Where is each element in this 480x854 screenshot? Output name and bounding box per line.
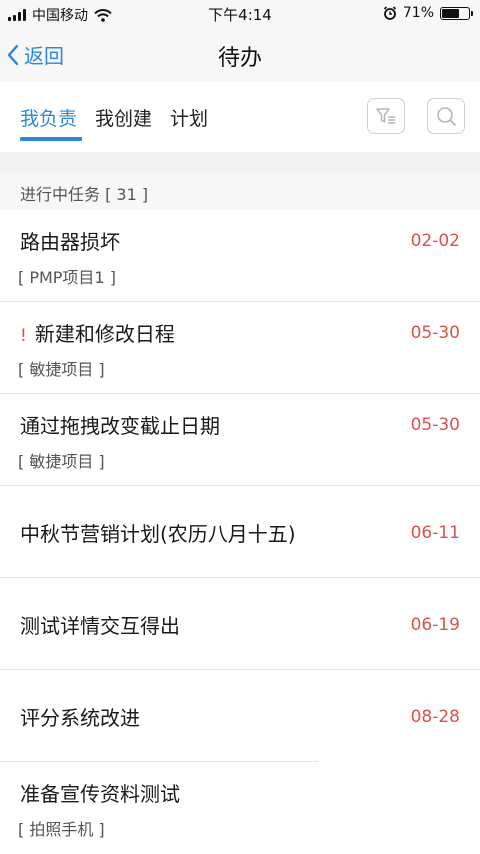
filter-button[interactable] [367, 98, 405, 134]
back-label: 返回 [24, 44, 64, 68]
task-title: 新建和修改日程 [34, 322, 175, 346]
status-right: 71% [383, 5, 473, 21]
task-project: [ PMP项目1 ] [18, 268, 116, 287]
tab-my-responsible[interactable]: 我负责 [20, 104, 77, 131]
task-item[interactable]: 准备宣传资料测试 [ 拍照手机 ] [0, 762, 480, 854]
alarm-icon [383, 6, 397, 20]
urgent-icon: ! [20, 326, 27, 346]
task-due-date: 06-11 [410, 523, 460, 543]
task-project: [ 敏捷项目 ] [18, 360, 105, 379]
task-title: 评分系统改进 [20, 706, 140, 730]
active-tab-indicator [20, 137, 82, 141]
task-due-date: 02-02 [410, 231, 460, 251]
page-title: 待办 [217, 46, 262, 71]
back-button[interactable]: 返回 [6, 40, 64, 69]
search-button[interactable] [427, 98, 465, 134]
task-title: 通过拖拽改变截止日期 [20, 414, 220, 438]
search-icon [437, 107, 456, 126]
battery-percent: 71% [402, 5, 434, 21]
task-due-date: 05-30 [410, 323, 460, 343]
task-item[interactable]: 测试详情交互得出 06-19 [0, 578, 480, 670]
task-title: 路由器损坏 [20, 230, 120, 254]
task-title: 测试详情交互得出 [20, 614, 180, 638]
task-project: [ 敏捷项目 ] [18, 452, 105, 471]
chevron-left-icon [7, 44, 19, 65]
task-item[interactable]: 通过拖拽改变截止日期 [ 敏捷项目 ] 05-30 [0, 394, 480, 486]
tab-plan[interactable]: 计划 [170, 104, 208, 131]
task-item[interactable]: 中秋节营销计划(农历八月十五) 06-11 [0, 486, 480, 578]
task-due-date: 05-30 [410, 415, 460, 435]
task-project: [ 拍照手机 ] [18, 820, 105, 839]
task-item[interactable]: 路由器损坏 [ PMP项目1 ] 02-02 [0, 210, 480, 302]
battery-icon [440, 6, 473, 20]
section-title: 进行中任务 [ 31 ] [20, 185, 149, 204]
task-title-row: ! 新建和修改日程 [20, 318, 175, 347]
tabs-bar: 我负责 我创建 计划 [0, 82, 480, 152]
section-gap [0, 152, 480, 172]
tab-my-created[interactable]: 我创建 [95, 104, 152, 131]
status-bar: 中国移动 下午4:14 71% [0, 0, 480, 28]
section-header: 进行中任务 [ 31 ] [0, 172, 480, 210]
task-item[interactable]: 评分系统改进 08-28 [0, 670, 480, 762]
task-item[interactable]: ! 新建和修改日程 [ 敏捷项目 ] 05-30 [0, 302, 480, 394]
filter-icon [376, 108, 395, 124]
task-due-date: 08-28 [410, 707, 460, 727]
nav-bar: 返回 待办 [0, 28, 480, 82]
battery-fill [442, 8, 459, 18]
task-title: 中秋节营销计划(农历八月十五) [20, 522, 296, 546]
task-due-date: 06-19 [410, 615, 460, 635]
task-title: 准备宣传资料测试 [20, 782, 180, 806]
